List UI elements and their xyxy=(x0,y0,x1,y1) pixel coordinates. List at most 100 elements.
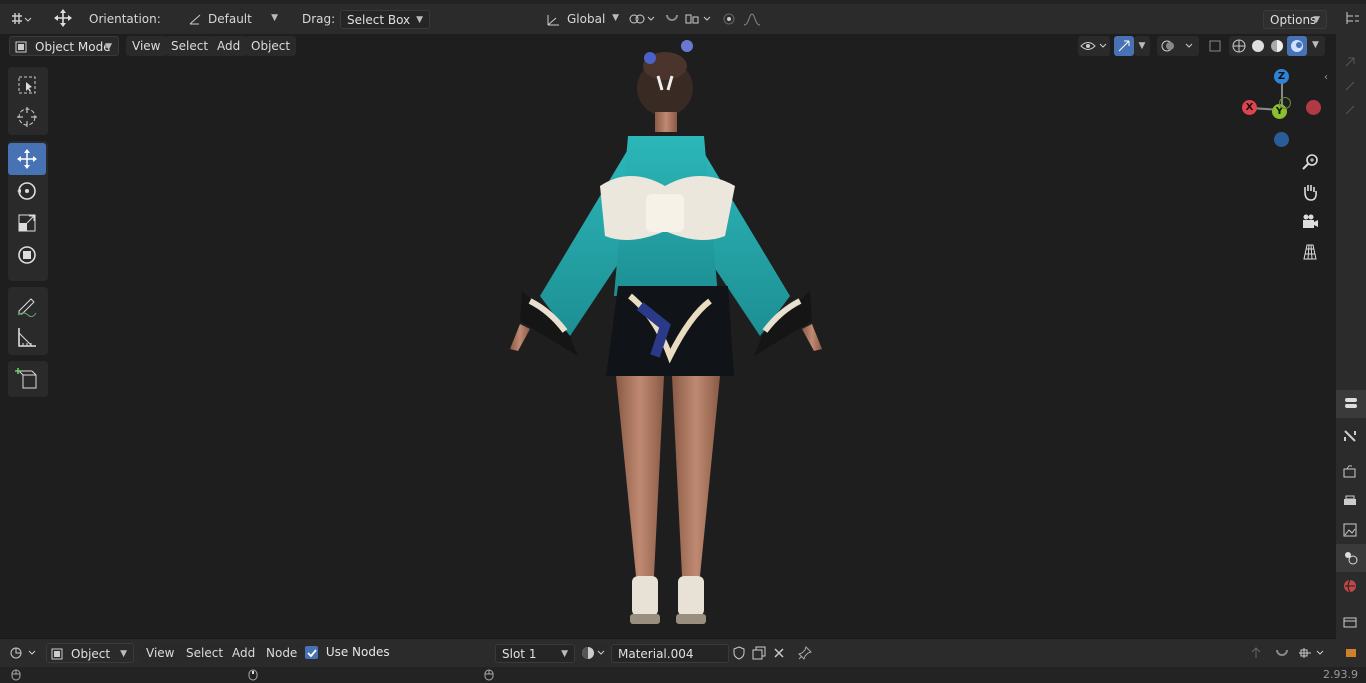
object-icon xyxy=(51,648,63,660)
material-name-field[interactable]: Material.004 xyxy=(611,644,729,663)
link-icon xyxy=(629,14,655,24)
menu-view[interactable]: View xyxy=(126,36,167,56)
workspace-tabs-strip xyxy=(0,0,1366,4)
ortho-toggle-button[interactable] xyxy=(1298,240,1322,264)
use-nodes-checkbox[interactable]: Use Nodes xyxy=(305,645,390,662)
options-dropdown[interactable]: Options ▼ xyxy=(1263,10,1327,29)
mouse-left-icon xyxy=(11,669,21,681)
xray-toggle[interactable] xyxy=(1204,36,1226,56)
menu-select[interactable]: Select xyxy=(180,643,230,663)
checkmark-icon xyxy=(305,646,318,659)
chevron-down-icon: ▼ xyxy=(1138,41,1146,51)
gizmo-x-axis[interactable]: X xyxy=(1242,100,1257,115)
properties-tab-tool[interactable] xyxy=(1336,390,1366,418)
node-editor-icon xyxy=(10,647,36,659)
pin-button[interactable] xyxy=(795,643,815,663)
sidebar-collapse-icon[interactable]: ‹ xyxy=(1324,72,1328,83)
tool-cursor[interactable] xyxy=(8,101,46,133)
properties-tab-render[interactable] xyxy=(1342,464,1358,483)
snap-magnet-icon xyxy=(666,14,711,24)
gizmo-negative-y[interactable] xyxy=(1279,97,1291,109)
properties-tab-render-tools[interactable] xyxy=(1342,428,1358,447)
snap-mode-dropdown[interactable] xyxy=(1295,643,1329,663)
gizmo-negative-x[interactable] xyxy=(1306,100,1321,115)
pan-button[interactable] xyxy=(1298,180,1322,204)
axis-icon xyxy=(547,15,559,26)
snap-toggle[interactable] xyxy=(662,9,716,29)
gizmo-z-axis[interactable]: Z xyxy=(1274,69,1289,84)
tool-rotate[interactable] xyxy=(8,175,46,207)
slot-value: Slot 1 xyxy=(502,647,537,661)
tool-scale[interactable] xyxy=(8,207,46,239)
chevron-down-icon: ▼ xyxy=(561,649,568,659)
material-browse-button[interactable] xyxy=(580,643,608,663)
tool-measure[interactable] xyxy=(8,321,46,353)
transform-pivot-button[interactable] xyxy=(50,8,76,28)
tool-add-cube[interactable] xyxy=(8,363,46,395)
editor-type-button[interactable] xyxy=(8,9,34,29)
camera-icon xyxy=(1303,214,1318,228)
shader-type-dropdown[interactable]: Object ▼ xyxy=(46,643,134,663)
menu-node[interactable]: Node xyxy=(260,643,304,663)
slot-dropdown[interactable]: Slot 1 ▼ xyxy=(495,644,575,663)
transform-orientation-dropdown[interactable]: Global ▼ xyxy=(543,10,621,29)
gizmo-negative-z[interactable] xyxy=(1274,132,1289,147)
tool-move[interactable] xyxy=(8,143,46,175)
add-cube-icon xyxy=(15,368,37,389)
snap-magnet-icon xyxy=(1276,649,1288,656)
arrow-up-icon xyxy=(1251,647,1261,658)
tool-select-box[interactable] xyxy=(8,69,46,101)
duplicate-material-button[interactable] xyxy=(749,643,769,663)
rendered-shading-button[interactable] xyxy=(1287,36,1307,56)
hand-icon xyxy=(1304,185,1317,201)
tool-annotate[interactable] xyxy=(8,289,46,321)
orientation-dropdown[interactable]: Default ▼ xyxy=(184,10,282,29)
gizmo-dropdown[interactable]: ▼ xyxy=(1134,36,1150,56)
transform-space-value: Global xyxy=(567,12,606,26)
fake-user-button[interactable] xyxy=(729,643,749,663)
orientation-label: Orientation: xyxy=(89,12,161,26)
mode-dropdown[interactable]: Object Mode ▼ xyxy=(9,36,119,56)
pin-icon xyxy=(798,646,812,660)
material-shading-icon[interactable] xyxy=(1270,39,1284,53)
duplicate-icon xyxy=(752,646,766,660)
menu-add[interactable]: Add xyxy=(226,643,262,663)
menu-add[interactable]: Add xyxy=(211,36,247,56)
properties-tab-output[interactable] xyxy=(1342,494,1358,513)
parent-node-tree-button[interactable] xyxy=(1245,643,1267,663)
menu-select[interactable]: Select xyxy=(165,36,215,56)
tool-transform[interactable] xyxy=(8,239,46,271)
chevron-down-icon[interactable]: ▼ xyxy=(1312,40,1319,50)
gizmo-toggle[interactable] xyxy=(1114,36,1134,56)
bottom-right-corner xyxy=(1336,638,1366,667)
menu-object[interactable]: Object xyxy=(245,36,297,56)
wireframe-shading-icon[interactable] xyxy=(1232,39,1246,53)
transform-icon xyxy=(18,246,36,264)
scene-icon xyxy=(1345,552,1358,565)
snap-toggle[interactable] xyxy=(1271,643,1293,663)
falloff-dropdown[interactable] xyxy=(740,9,764,29)
mouse-middle-icon xyxy=(248,669,258,681)
character-model[interactable] xyxy=(500,36,840,636)
overlays-dropdown[interactable] xyxy=(1157,36,1199,56)
tool-group-add xyxy=(8,361,48,397)
pivot-point-button[interactable] xyxy=(626,9,658,29)
shading-modes: ▼ xyxy=(1229,36,1325,56)
editor-type-button[interactable] xyxy=(8,643,40,663)
zoom-button[interactable] xyxy=(1298,150,1322,174)
properties-tab-scene[interactable] xyxy=(1336,544,1366,572)
unlink-material-button[interactable] xyxy=(769,643,789,663)
outliner-toggle[interactable] xyxy=(1340,8,1366,28)
properties-tab-collection[interactable] xyxy=(1342,614,1358,633)
properties-tab-world[interactable] xyxy=(1342,578,1358,597)
menu-view[interactable]: View xyxy=(140,643,181,663)
proportional-editing-toggle[interactable] xyxy=(718,9,740,29)
properties-tab-view-layer[interactable] xyxy=(1342,522,1358,541)
3d-viewport[interactable]: Object Mode ▼ View Select Add Object ▼ ▼ xyxy=(0,34,1336,638)
visibility-dropdown[interactable] xyxy=(1078,36,1110,56)
move-arrows-icon xyxy=(54,9,72,27)
falloff-curve-icon xyxy=(743,13,761,26)
solid-shading-icon[interactable] xyxy=(1251,39,1265,53)
camera-view-button[interactable] xyxy=(1298,210,1322,234)
drag-dropdown[interactable]: Select Box ▼ xyxy=(340,10,430,29)
